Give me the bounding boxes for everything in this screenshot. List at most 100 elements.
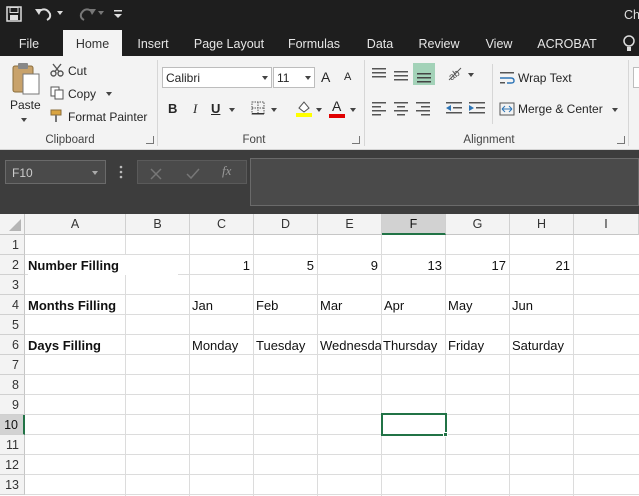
format-painter-icon[interactable] (50, 109, 64, 123)
row-header-13[interactable]: 13 (0, 475, 25, 495)
row-header-8[interactable]: 8 (0, 375, 25, 395)
name-box-dropdown-icon[interactable] (92, 171, 98, 175)
bold-button[interactable]: B (168, 101, 177, 116)
tab-formulas[interactable]: Formulas (282, 30, 346, 56)
row-header-12[interactable]: 12 (0, 455, 25, 475)
cell-h2[interactable]: 21 (510, 255, 573, 275)
cell-f2[interactable]: 13 (382, 255, 445, 275)
merge-center-button[interactable]: Merge & Center (518, 102, 603, 116)
redo-dropdown-icon[interactable] (98, 11, 104, 15)
row-header-10[interactable]: 10 (0, 415, 25, 435)
cut-button[interactable]: Cut (68, 64, 87, 78)
number-format-select[interactable] (633, 67, 639, 88)
row-header-7[interactable]: 7 (0, 355, 25, 375)
paste-icon[interactable] (10, 62, 42, 96)
enter-icon[interactable] (186, 167, 200, 180)
alignment-launcher-icon[interactable] (617, 136, 625, 144)
column-header-b[interactable]: B (126, 214, 190, 235)
clipboard-launcher-icon[interactable] (146, 136, 154, 144)
cell-h4[interactable]: Jun (512, 295, 573, 315)
font-color-dropdown-icon[interactable] (350, 108, 356, 112)
row-header-4[interactable]: 4 (0, 295, 25, 315)
wrap-text-icon[interactable] (499, 70, 515, 86)
name-box[interactable]: F10 (5, 160, 106, 184)
row-header-6[interactable]: 6 (0, 335, 25, 355)
tab-acrobat[interactable]: ACROBAT (532, 30, 602, 56)
customize-qat-icon[interactable] (113, 7, 123, 19)
cell-g4[interactable]: May (448, 295, 509, 315)
copy-icon[interactable] (50, 86, 64, 100)
borders-icon[interactable] (251, 101, 265, 115)
cell-f4[interactable]: Apr (384, 295, 445, 315)
column-header-f[interactable]: F (382, 214, 446, 235)
save-icon[interactable] (6, 6, 22, 22)
bottom-align-icon[interactable] (413, 63, 435, 85)
merge-center-icon[interactable] (499, 102, 515, 116)
column-header-i[interactable]: I (574, 214, 639, 235)
borders-dropdown-icon[interactable] (271, 108, 277, 112)
cell-f6[interactable]: Thursday (383, 335, 445, 355)
merge-dropdown-icon[interactable] (612, 108, 618, 112)
increase-font-size-button[interactable]: A (321, 69, 330, 85)
tab-data[interactable]: Data (360, 30, 400, 56)
tell-me-icon[interactable] (622, 35, 636, 53)
font-size-dropdown-icon[interactable] (305, 76, 311, 80)
font-color-button[interactable]: A (332, 98, 341, 114)
tab-review[interactable]: Review (413, 30, 465, 56)
align-right-icon[interactable] (415, 100, 431, 116)
cell-e6[interactable]: Wednesday (320, 335, 381, 355)
cell-c2[interactable]: 1 (190, 255, 253, 275)
row-header-9[interactable]: 9 (0, 395, 25, 415)
insert-function-button[interactable]: fx (222, 163, 231, 179)
cell-g2[interactable]: 17 (446, 255, 509, 275)
cut-icon[interactable] (50, 63, 64, 77)
formula-input[interactable] (250, 158, 639, 206)
undo-icon[interactable] (33, 4, 55, 24)
orientation-dropdown-icon[interactable] (468, 73, 474, 77)
cell-a2[interactable]: Number Filling (28, 255, 178, 275)
cell-d4[interactable]: Feb (256, 295, 317, 315)
row-header-3[interactable]: 3 (0, 275, 25, 295)
increase-indent-icon[interactable] (468, 100, 486, 116)
font-size-select[interactable]: 11 (273, 67, 315, 88)
cancel-icon[interactable] (150, 167, 162, 180)
underline-button[interactable]: U (211, 101, 220, 116)
row-header-1[interactable]: 1 (0, 235, 25, 255)
cell-d6[interactable]: Tuesday (256, 335, 317, 355)
decrease-font-size-button[interactable]: A (344, 71, 351, 83)
row-header-2[interactable]: 2 (0, 255, 25, 275)
tab-view[interactable]: View (478, 30, 520, 56)
undo-dropdown-icon[interactable] (57, 11, 63, 15)
align-center-icon[interactable] (393, 100, 409, 116)
font-name-select[interactable]: Calibri (162, 67, 272, 88)
middle-align-icon[interactable] (393, 66, 409, 82)
paste-button[interactable]: Paste (10, 98, 41, 112)
more-icon[interactable] (119, 165, 123, 179)
cell-a4[interactable]: Months Filling (28, 295, 178, 315)
fill-color-icon[interactable] (295, 99, 313, 117)
column-header-c[interactable]: C (190, 214, 254, 235)
italic-button[interactable]: I (193, 101, 197, 117)
fill-handle[interactable] (443, 432, 448, 437)
worksheet-grid[interactable]: A B C D E F G H I 1 2 3 4 5 6 7 8 9 10 1… (0, 214, 639, 496)
select-all-corner[interactable] (0, 214, 25, 235)
align-left-icon[interactable] (371, 100, 387, 116)
decrease-indent-icon[interactable] (445, 100, 463, 116)
tab-home[interactable]: Home (63, 30, 122, 56)
copy-dropdown-icon[interactable] (106, 92, 112, 96)
cell-c6[interactable]: Monday (192, 335, 253, 355)
redo-icon[interactable] (76, 4, 98, 24)
cell-c4[interactable]: Jan (192, 295, 253, 315)
column-header-a[interactable]: A (25, 214, 126, 235)
column-header-d[interactable]: D (254, 214, 318, 235)
orientation-icon[interactable]: ab (446, 65, 464, 84)
cell-d2[interactable]: 5 (254, 255, 317, 275)
cell-e4[interactable]: Mar (320, 295, 381, 315)
fill-color-dropdown-icon[interactable] (316, 108, 322, 112)
tab-insert[interactable]: Insert (130, 30, 176, 56)
font-launcher-icon[interactable] (352, 136, 360, 144)
copy-button[interactable]: Copy (68, 87, 96, 101)
cell-e2[interactable]: 9 (318, 255, 381, 275)
row-header-5[interactable]: 5 (0, 315, 25, 335)
underline-dropdown-icon[interactable] (229, 108, 235, 112)
